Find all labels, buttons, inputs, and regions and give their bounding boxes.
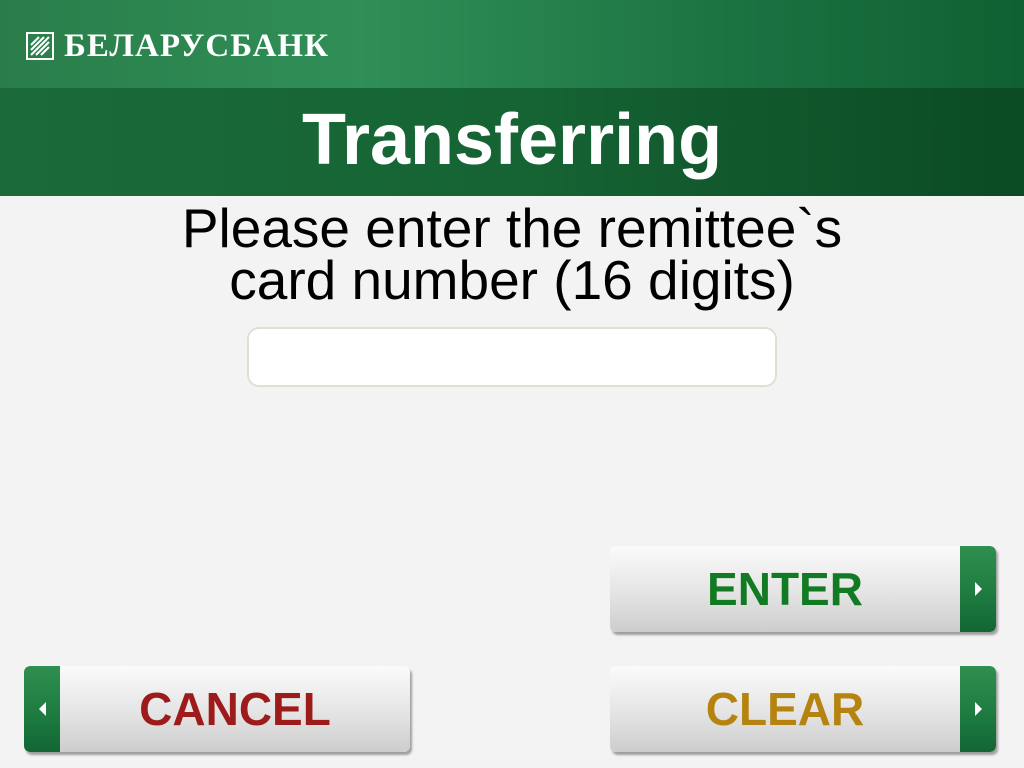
brand: БЕЛАРУСБАНК (26, 28, 329, 64)
enter-button[interactable]: ENTER (610, 546, 996, 632)
atm-screen: БЕЛАРУСБАНК Transferring Please enter th… (0, 0, 1024, 768)
clear-button-label: CLEAR (705, 683, 865, 735)
instruction-text: Please enter the remittee`s card number … (0, 197, 1024, 311)
enter-button-tab (960, 546, 996, 632)
belarusbank-logo-icon (26, 32, 54, 60)
clear-button-tab (960, 666, 996, 752)
cancel-button[interactable]: CANCEL (24, 666, 410, 752)
instruction-line-1: Please enter the remittee`s (181, 197, 843, 259)
cancel-button-label: CANCEL (139, 683, 331, 735)
enter-button-label: ENTER (707, 563, 863, 615)
arrow-left-icon (38, 702, 46, 716)
cancel-button-tab (24, 666, 60, 752)
card-number-input[interactable] (247, 327, 777, 387)
arrow-right-icon (974, 582, 982, 596)
arrow-right-icon (974, 702, 982, 716)
page-title: Transferring (301, 100, 723, 180)
title-bar: Transferring (0, 88, 1024, 196)
clear-button[interactable]: CLEAR (610, 666, 996, 752)
instruction-line-2: card number (16 digits) (229, 249, 795, 311)
bank-name: БЕЛАРУСБАНК (64, 28, 330, 64)
brand-bar: БЕЛАРУСБАНК (0, 0, 1024, 88)
